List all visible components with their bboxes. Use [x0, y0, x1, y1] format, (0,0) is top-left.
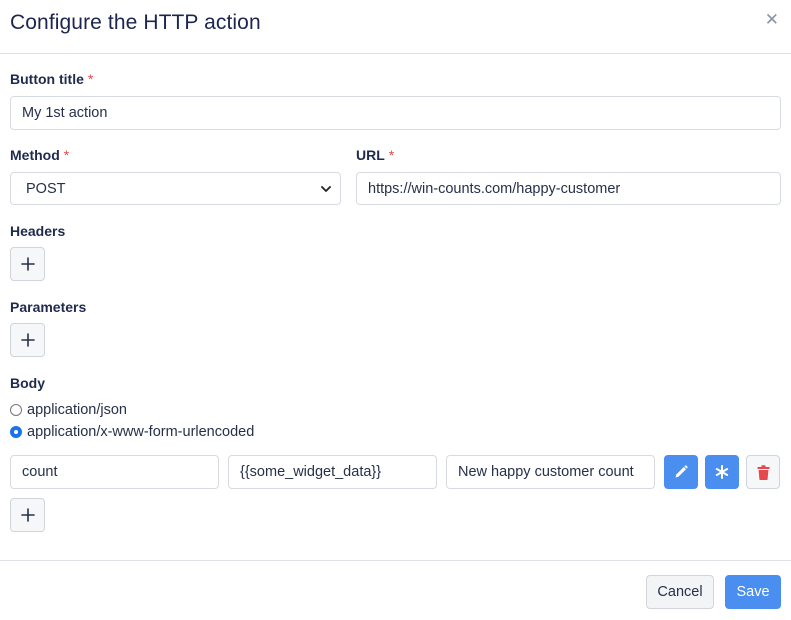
edit-button[interactable] [664, 455, 698, 489]
star-button[interactable] [705, 455, 739, 489]
method-selected-value: POST [26, 180, 66, 197]
trash-icon [757, 464, 769, 480]
footer-divider [0, 560, 791, 561]
body-key-input[interactable]: count [10, 455, 219, 489]
button-title-label: Button title * [10, 71, 93, 87]
dialog-title: Configure the HTTP action [10, 11, 261, 34]
radio-button[interactable] [10, 404, 22, 416]
url-label: URL * [356, 147, 394, 163]
body-option-urlencoded-label: application/x-www-form-urlencoded [27, 424, 255, 440]
body-value-input[interactable]: {{some_widget_data}} [228, 455, 437, 489]
body-description-value: New happy customer count [458, 464, 634, 480]
pencil-icon [675, 465, 688, 478]
parameters-label: Parameters [10, 299, 87, 315]
add-body-field-button[interactable] [10, 498, 45, 532]
body-value-value: {{some_widget_data}} [240, 464, 382, 480]
chevron-down-icon [321, 185, 331, 192]
body-option-json[interactable]: application/json [10, 402, 127, 418]
radio-button-checked[interactable] [10, 426, 22, 438]
headers-label: Headers [10, 223, 66, 239]
http-action-dialog: Configure the HTTP action ✕ Button title… [0, 0, 791, 620]
body-option-json-label: application/json [27, 402, 127, 418]
button-title-input[interactable]: My 1st action [10, 96, 781, 130]
body-option-urlencoded[interactable]: application/x-www-form-urlencoded [10, 424, 254, 440]
plus-icon [20, 508, 35, 522]
body-label: Body [10, 375, 45, 391]
url-input[interactable]: https://win-counts.com/happy-customer [356, 172, 781, 205]
method-label: Method * [10, 147, 69, 163]
body-key-value: count [22, 464, 58, 480]
body-description-input[interactable]: New happy customer count [446, 455, 655, 489]
url-value: https://win-counts.com/happy-customer [368, 180, 621, 197]
button-title-value: My 1st action [22, 105, 108, 121]
star-icon [715, 465, 729, 479]
url-label-text: URL [356, 147, 385, 163]
button-title-label-text: Button title [10, 71, 84, 87]
method-label-text: Method [10, 147, 60, 163]
close-icon[interactable]: ✕ [765, 10, 779, 30]
required-mark: * [87, 71, 94, 87]
required-mark: * [63, 147, 70, 163]
delete-button[interactable] [746, 455, 780, 489]
plus-icon [20, 333, 35, 347]
add-header-button[interactable] [10, 247, 45, 281]
dialog-header: Configure the HTTP action ✕ [0, 0, 791, 54]
add-parameter-button[interactable] [10, 323, 45, 357]
required-mark: * [388, 147, 395, 163]
save-button[interactable]: Save [725, 575, 781, 609]
plus-icon [20, 257, 35, 271]
method-select[interactable]: POST [10, 172, 341, 205]
cancel-button[interactable]: Cancel [646, 575, 714, 609]
